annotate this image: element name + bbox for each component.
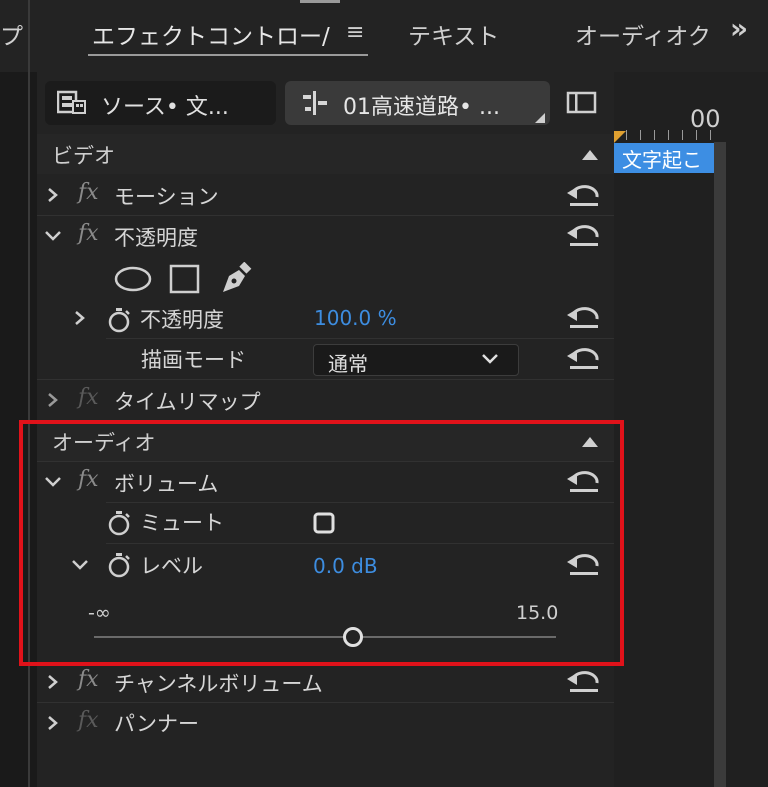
left-gutter-divider — [28, 0, 30, 787]
ruler-tick — [710, 130, 711, 140]
active-tab-indicator — [88, 54, 368, 56]
fx-icon: fx — [78, 708, 99, 733]
dropdown-corner-icon — [535, 113, 545, 123]
time-ruler — [614, 130, 714, 142]
clip-selector[interactable]: 01高速道路• ... — [285, 81, 550, 125]
param-row-blend-mode: 描画モード 通常 — [37, 339, 614, 379]
effect-row-opacity[interactable]: fx 不透明度 — [37, 216, 614, 256]
chevron-right-icon[interactable] — [45, 187, 61, 203]
effect-row-motion[interactable]: fx モーション — [37, 175, 614, 215]
tab-audio-clip-mixer[interactable]: オーディオク — [575, 17, 711, 51]
timeline-area — [614, 72, 768, 787]
video-section-title: ビデオ — [52, 144, 115, 168]
sequence-icon — [303, 91, 327, 115]
clip-marker-label: 文字起こ — [622, 148, 702, 172]
video-section-header[interactable]: ビデオ — [37, 134, 614, 174]
in-point-icon — [614, 131, 626, 143]
effect-row-panner[interactable]: fx パンナー — [37, 703, 614, 743]
chevron-right-icon[interactable] — [45, 715, 61, 731]
opacity-value[interactable]: 100.0 % — [314, 306, 397, 330]
effect-label-motion: モーション — [114, 185, 219, 209]
timecode-label: 00 — [690, 105, 721, 133]
rectangle-mask-icon[interactable] — [168, 263, 202, 295]
panel-top-edge — [300, 0, 340, 3]
chevron-down-icon — [482, 354, 498, 364]
timeline-scrollbar[interactable] — [714, 142, 726, 787]
chevron-down-icon[interactable] — [45, 228, 61, 244]
chevron-right-icon[interactable] — [45, 392, 61, 408]
ellipse-mask-icon[interactable] — [113, 264, 153, 294]
pen-mask-icon[interactable] — [219, 262, 253, 296]
source-selector[interactable]: ソース• 文... — [45, 81, 276, 125]
collapse-up-icon[interactable] — [582, 150, 598, 160]
stopwatch-icon[interactable] — [106, 306, 132, 334]
effect-row-time-remap[interactable]: fx タイムリマップ — [37, 380, 614, 420]
source-selector-label: ソース• 文... — [101, 95, 229, 120]
effect-label-time-remap: タイムリマップ — [114, 390, 261, 414]
effect-label-panner: パンナー — [114, 712, 200, 736]
ruler-tick — [668, 130, 669, 140]
tab-overflow-icon[interactable]: » — [730, 12, 748, 45]
ruler-tick — [696, 130, 697, 140]
reset-icon[interactable] — [567, 223, 601, 249]
reset-icon[interactable] — [567, 669, 601, 695]
tab-effect-controls[interactable]: エフェクトコントロー/ — [92, 17, 330, 51]
clip-selector-label: 01高速道路• ... — [343, 95, 500, 120]
fx-icon[interactable]: fx — [78, 180, 99, 205]
chevron-right-icon[interactable] — [45, 674, 61, 690]
ruler-tick — [654, 130, 655, 140]
effect-label-channel-volume: チャンネルボリューム — [114, 672, 323, 696]
tab-menu-icon[interactable]: ≡ — [346, 20, 364, 45]
reset-icon[interactable] — [567, 346, 601, 372]
ruler-tick — [682, 130, 683, 140]
param-label-blend-mode: 描画モード — [141, 348, 246, 372]
source-monitor-icon — [57, 90, 86, 114]
tab-text[interactable]: テキスト — [408, 17, 499, 51]
fx-icon: fx — [78, 385, 99, 410]
highlight-box — [19, 420, 624, 666]
effect-row-channel-volume[interactable]: fx チャンネルボリューム — [37, 662, 614, 702]
blend-mode-value: 通常 — [328, 352, 368, 376]
blend-mode-select[interactable]: 通常 — [313, 344, 519, 376]
tab-program[interactable]: プ — [0, 17, 23, 51]
param-row-opacity[interactable]: 不透明度 100.0 % — [37, 298, 614, 338]
chevron-right-icon[interactable] — [72, 310, 88, 326]
ruler-tick — [640, 130, 641, 140]
clip-marker[interactable]: 文字起こ — [614, 143, 714, 173]
reset-icon[interactable] — [567, 305, 601, 331]
fx-icon[interactable]: fx — [78, 667, 99, 692]
reset-icon[interactable] — [567, 183, 601, 209]
effect-label-opacity: 不透明度 — [114, 226, 198, 250]
ruler-tick — [626, 130, 627, 140]
toggle-timeline-icon[interactable] — [566, 91, 598, 115]
param-label-opacity: 不透明度 — [140, 308, 224, 332]
fx-icon[interactable]: fx — [78, 221, 99, 246]
